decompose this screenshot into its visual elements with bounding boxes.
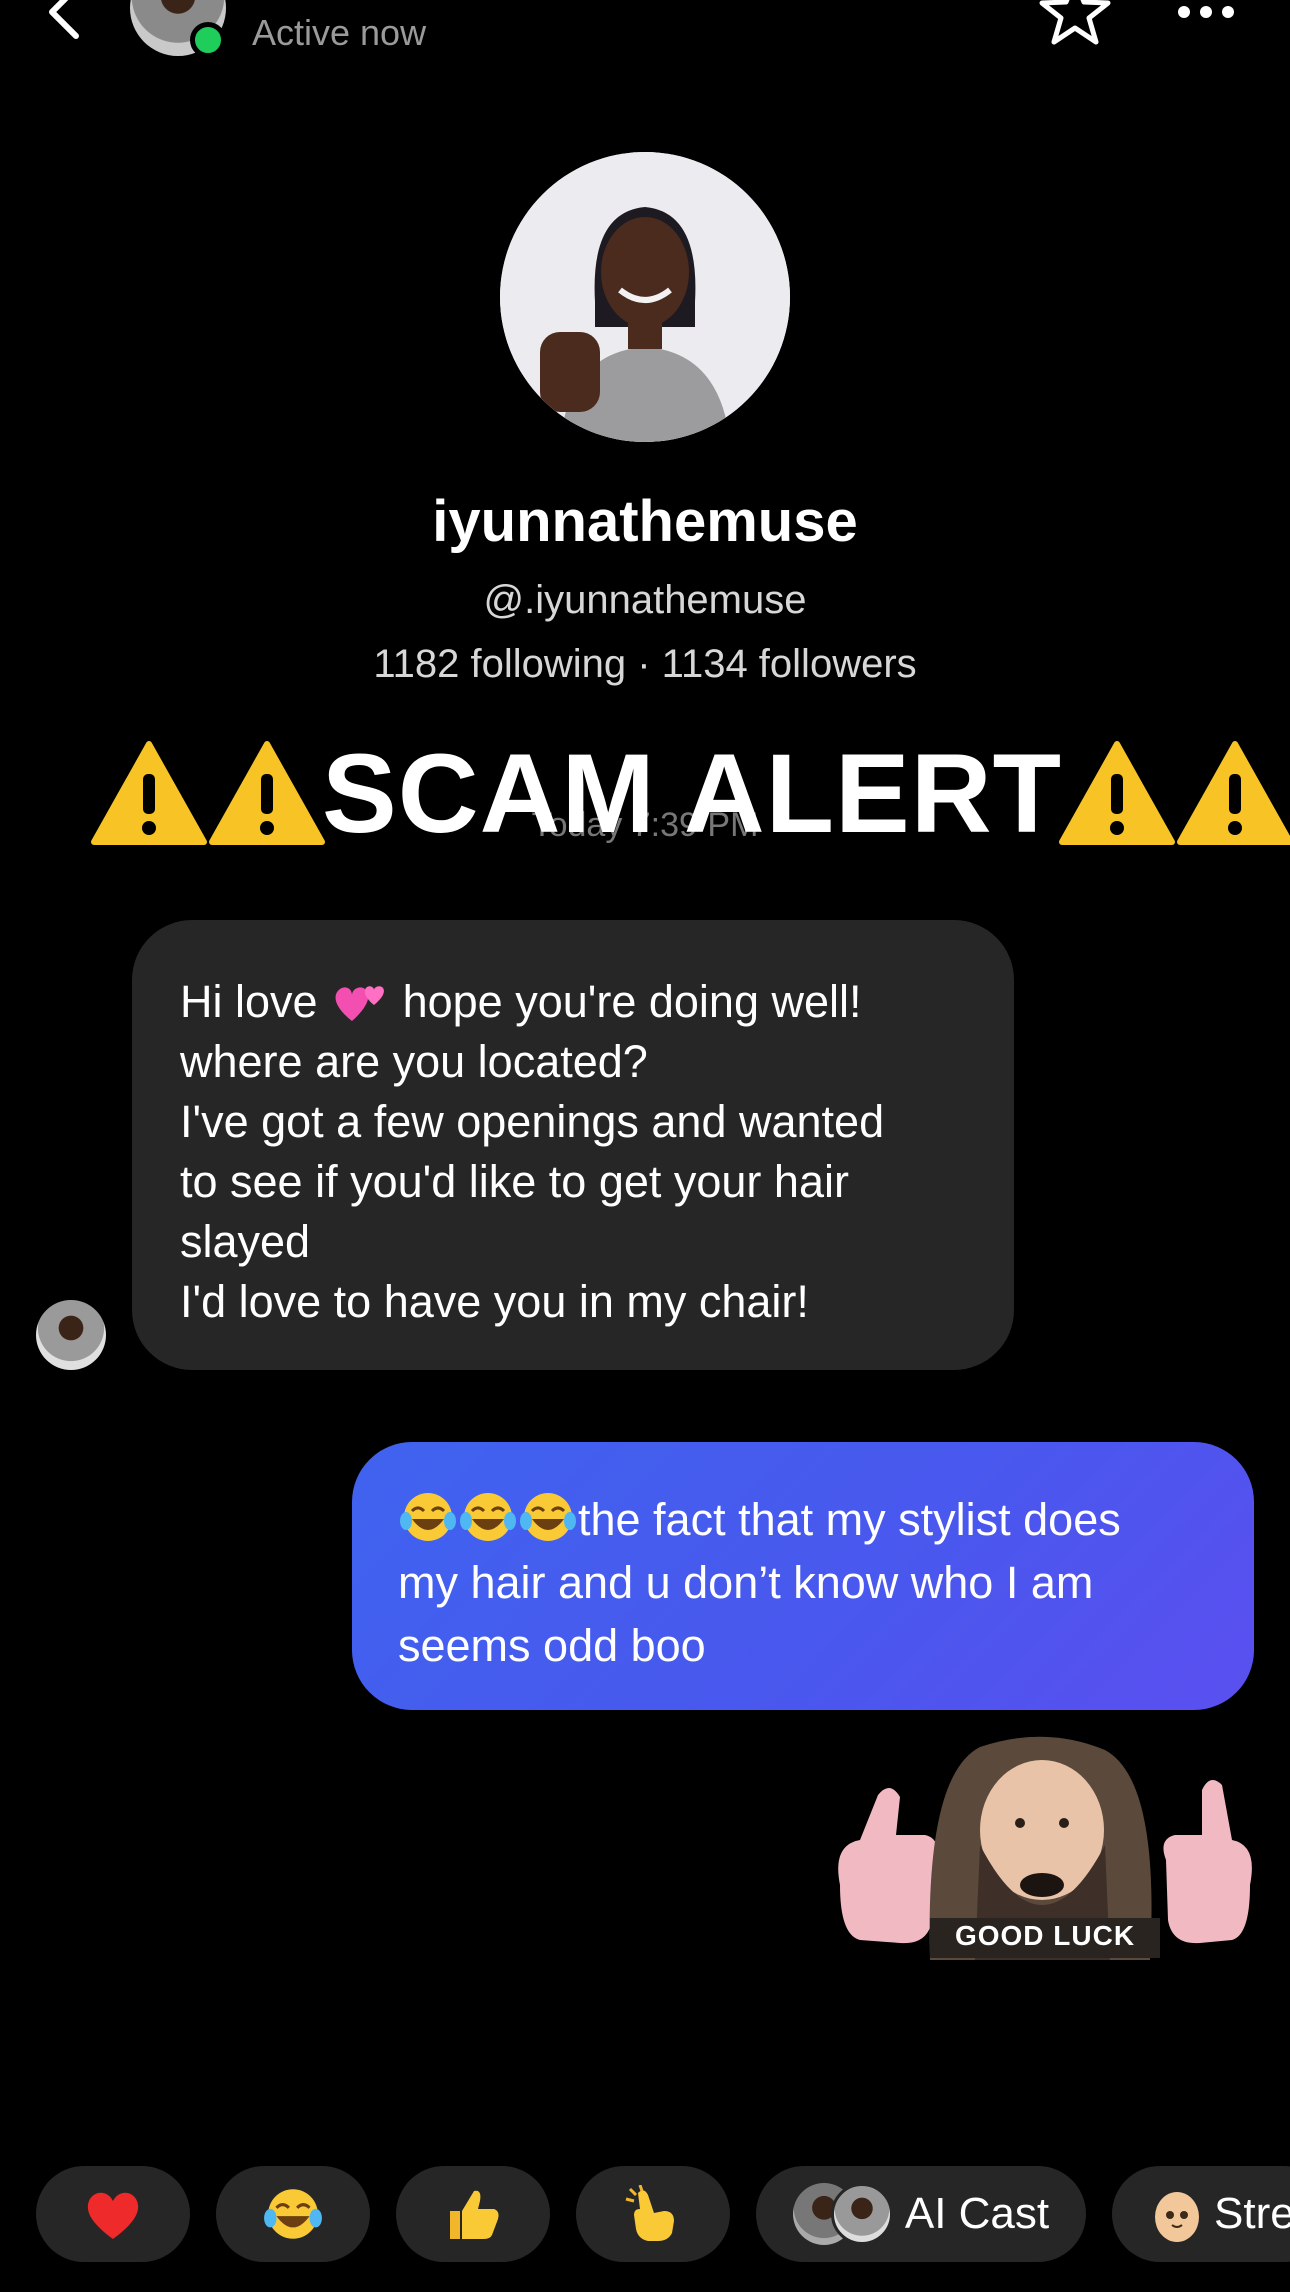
react-laugh-chip[interactable] [216,2166,370,2262]
laughing-face-icon [400,1493,456,1541]
message-text: to see if you'd like to get your hair [180,1156,849,1207]
scam-alert-text: SCAM ALERT [322,730,1063,856]
sticker-caption: GOOD LUCK [954,1920,1136,1951]
pointing-hand-icon [625,2185,674,2241]
laughing-face-icon [460,1493,516,1541]
message-text: my hair and u don’t know who I am [398,1557,1094,1608]
more-options-icon[interactable] [1176,4,1236,20]
profile-handle: @.iyunnathemuse [483,578,807,622]
react-heart-chip[interactable] [36,2166,190,2262]
two-hearts-icon [335,986,385,1021]
message-text: the fact that my stylist does [578,1494,1121,1545]
back-arrow-icon[interactable] [40,0,90,42]
profile-photo[interactable] [500,152,790,442]
sender-avatar[interactable] [36,1300,106,1370]
message-text: slayed [180,1216,311,1267]
outgoing-message-bubble[interactable]: the fact that my stylist does my hair an… [352,1442,1254,1710]
heart-icon [87,2192,139,2239]
warning-icon [91,741,207,845]
react-pointing-chip[interactable] [576,2166,730,2262]
egg-icon [1155,2192,1199,2242]
profile-name: iyunnathemuse [432,489,858,554]
message-text: hope you're doing well! [402,976,862,1027]
streak-chip[interactable]: Stre [1112,2166,1290,2262]
warning-icon [209,741,325,845]
scam-alert-overlay: SCAM ALERT [90,728,1290,858]
profile-stats: 1182 following · 1134 followers [373,642,917,686]
ai-cast-label: AI Cast [904,2189,1050,2238]
ai-cast-chip[interactable]: AI Cast [756,2166,1086,2262]
warning-icon [1177,741,1290,845]
streak-label: Stre [1214,2189,1290,2238]
message-text: where are you located? [180,1036,648,1087]
active-status-text: Active now [252,12,427,53]
message-text: I've got a few openings and wanted [180,1096,885,1147]
incoming-message-bubble[interactable]: Hi love hope you're doing well! where ar… [132,920,1014,1370]
online-status-dot [190,22,226,58]
laughing-face-icon [520,1493,576,1541]
message-text: I'd love to have you in my chair! [180,1276,809,1327]
message-text: Hi love [180,976,318,1027]
warning-icon [1059,741,1176,845]
message-text: seems odd boo [398,1620,706,1671]
react-thumbs-up-chip[interactable] [396,2166,550,2262]
profile-portrait-icon [500,152,790,442]
laughing-face-icon [264,2189,322,2239]
ai-cast-avatars [792,2183,893,2245]
star-icon[interactable] [1035,0,1115,46]
thumbs-up-icon [450,2190,499,2239]
